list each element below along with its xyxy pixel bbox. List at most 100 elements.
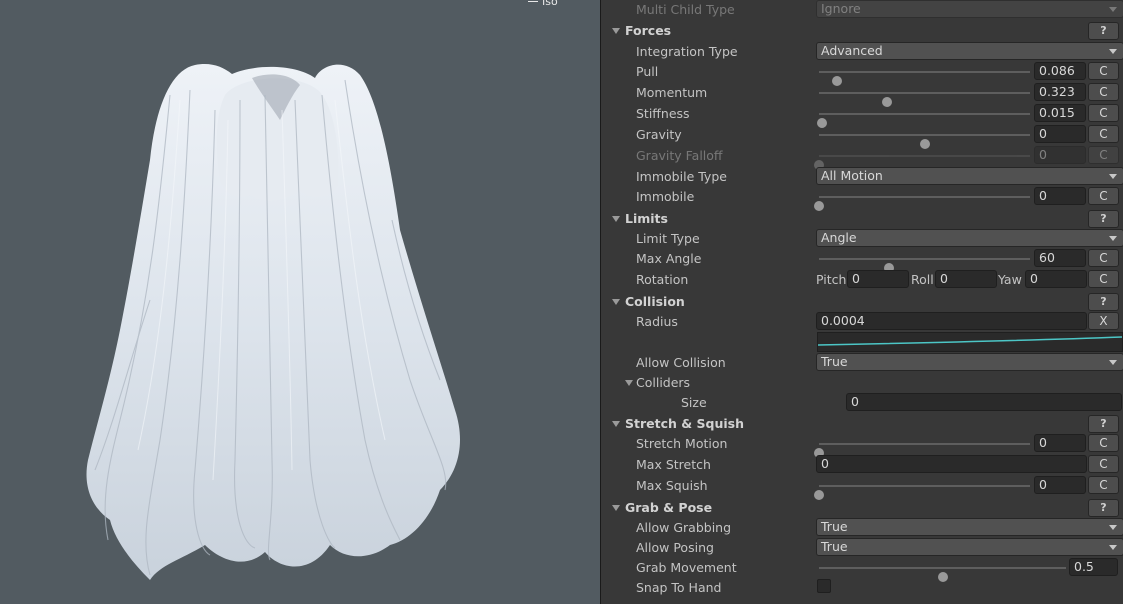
multi-child-type-row: Multi Child Type Ignore <box>601 0 1123 20</box>
momentum-curve-button[interactable]: C <box>1088 83 1119 101</box>
stretch-motion-curve-button[interactable]: C <box>1088 434 1119 452</box>
max-squish-curve-button[interactable]: C <box>1088 476 1119 494</box>
snap-to-hand-label: Snap To Hand <box>636 580 722 595</box>
stretch-motion-row: Stretch Motion 0 C <box>601 434 1123 458</box>
limits-section-header[interactable]: Limits ? <box>601 209 1123 229</box>
grab-movement-row: Grab Movement 0.5 <box>601 558 1123 582</box>
colliders-row[interactable]: Colliders <box>601 373 1123 393</box>
pull-value-field[interactable]: 0.086 <box>1034 62 1086 80</box>
momentum-label: Momentum <box>636 85 708 100</box>
grab-pose-help-button[interactable]: ? <box>1088 499 1119 517</box>
foldout-arrow-icon[interactable] <box>612 28 620 34</box>
forces-help-button[interactable]: ? <box>1088 22 1119 40</box>
pull-curve-button[interactable]: C <box>1088 62 1119 80</box>
stretch-motion-slider[interactable] <box>814 443 1030 458</box>
colliders-label: Colliders <box>636 375 691 390</box>
pitch-label: Pitch <box>816 272 847 287</box>
stretch-squish-title: Stretch & Squish <box>625 416 744 431</box>
radius-curve-field[interactable] <box>817 332 1123 352</box>
colliders-size-field[interactable]: 0 <box>846 393 1122 411</box>
stiffness-value-field[interactable]: 0.015 <box>1034 104 1086 122</box>
multi-child-type-dropdown[interactable]: Ignore <box>816 0 1123 18</box>
max-squish-label: Max Squish <box>636 478 708 493</box>
stretch-motion-value-field[interactable]: 0 <box>1034 434 1086 452</box>
collision-section-header[interactable]: Collision ? <box>601 292 1123 312</box>
max-angle-value-field[interactable]: 60 <box>1034 249 1086 267</box>
radius-clear-button[interactable]: X <box>1088 312 1119 330</box>
rotation-curve-button[interactable]: C <box>1088 270 1119 288</box>
foldout-arrow-icon[interactable] <box>625 380 633 386</box>
limits-title: Limits <box>625 211 668 226</box>
allow-grabbing-label: Allow Grabbing <box>636 520 732 535</box>
colliders-size-label: Size <box>681 395 707 410</box>
radius-curve-graph <box>817 336 1123 346</box>
stretch-squish-help-button[interactable]: ? <box>1088 415 1119 433</box>
gravity-falloff-value-field: 0 <box>1034 146 1086 164</box>
integration-type-label: Integration Type <box>636 44 738 59</box>
inspector-panel: Multi Child Type Ignore Forces ? Integra… <box>601 0 1123 604</box>
max-angle-slider[interactable] <box>819 258 1030 273</box>
radius-value-field[interactable]: 0.0004 <box>816 312 1087 330</box>
grab-movement-label: Grab Movement <box>636 560 737 575</box>
roll-field[interactable]: 0 <box>935 270 997 288</box>
integration-type-dropdown[interactable]: Advanced <box>816 42 1123 60</box>
collision-title: Collision <box>625 294 685 309</box>
stretch-squish-section-header[interactable]: Stretch & Squish ? <box>601 414 1123 434</box>
foldout-arrow-icon[interactable] <box>612 299 620 305</box>
immobile-value-field[interactable]: 0 <box>1034 187 1086 205</box>
scene-viewport[interactable]: Iso <box>0 0 600 604</box>
limits-help-button[interactable]: ? <box>1088 210 1119 228</box>
gravity-value-field[interactable]: 0 <box>1034 125 1086 143</box>
max-stretch-value-field[interactable]: 0 <box>816 455 1087 473</box>
max-squish-slider[interactable] <box>814 485 1030 500</box>
grab-movement-value-field[interactable]: 0.5 <box>1069 558 1118 576</box>
foldout-arrow-icon[interactable] <box>612 216 620 222</box>
gravity-slider[interactable] <box>819 134 1030 149</box>
stiffness-slider[interactable] <box>817 113 1030 128</box>
allow-collision-label: Allow Collision <box>636 355 726 370</box>
pull-slider[interactable] <box>819 71 1030 86</box>
max-squish-row: Max Squish 0 C <box>601 476 1123 500</box>
integration-type-row: Integration Type Advanced <box>601 42 1123 62</box>
stretch-motion-label: Stretch Motion <box>636 436 728 451</box>
forces-section-header[interactable]: Forces ? <box>601 21 1123 41</box>
foldout-arrow-icon[interactable] <box>612 421 620 427</box>
gravity-falloff-row: Gravity Falloff 0 C <box>601 146 1123 170</box>
immobile-type-label: Immobile Type <box>636 169 727 184</box>
grab-pose-section-header[interactable]: Grab & Pose ? <box>601 498 1123 518</box>
max-squish-value-field[interactable]: 0 <box>1034 476 1086 494</box>
multi-child-type-label: Multi Child Type <box>636 2 735 17</box>
allow-posing-dropdown[interactable]: True <box>816 538 1123 556</box>
max-angle-curve-button[interactable]: C <box>1088 249 1119 267</box>
immobile-type-row: Immobile Type All Motion <box>601 167 1123 187</box>
gravity-falloff-curve-button: C <box>1088 146 1119 164</box>
allow-grabbing-dropdown[interactable]: True <box>816 518 1123 536</box>
momentum-row: Momentum 0.323 C <box>601 83 1123 107</box>
pitch-field[interactable]: 0 <box>847 270 909 288</box>
yaw-field[interactable]: 0 <box>1025 270 1087 288</box>
immobile-label: Immobile <box>636 189 695 204</box>
snap-to-hand-row: Snap To Hand <box>601 578 1123 598</box>
allow-collision-dropdown[interactable]: True <box>816 353 1123 371</box>
gravity-curve-button[interactable]: C <box>1088 125 1119 143</box>
foldout-arrow-icon[interactable] <box>612 505 620 511</box>
immobile-curve-button[interactable]: C <box>1088 187 1119 205</box>
colliders-size-row: Size 0 <box>601 393 1123 413</box>
max-stretch-curve-button[interactable]: C <box>1088 455 1119 473</box>
pull-label: Pull <box>636 64 659 79</box>
snap-to-hand-checkbox[interactable] <box>817 579 831 593</box>
momentum-slider[interactable] <box>819 92 1030 107</box>
gravity-falloff-slider <box>814 155 1030 170</box>
rotation-row: Rotation Pitch 0 Roll 0 Yaw 0 C <box>601 270 1123 290</box>
grab-movement-slider[interactable] <box>819 567 1066 582</box>
stiffness-curve-button[interactable]: C <box>1088 104 1119 122</box>
immobile-slider[interactable] <box>814 196 1030 211</box>
limit-type-label: Limit Type <box>636 231 700 246</box>
collision-help-button[interactable]: ? <box>1088 293 1119 311</box>
momentum-value-field[interactable]: 0.323 <box>1034 83 1086 101</box>
rotation-label: Rotation <box>636 272 689 287</box>
immobile-type-dropdown[interactable]: All Motion <box>816 167 1123 185</box>
limit-type-dropdown[interactable]: Angle <box>816 229 1123 247</box>
max-angle-row: Max Angle 60 C <box>601 249 1123 273</box>
pull-row: Pull 0.086 C <box>601 62 1123 86</box>
